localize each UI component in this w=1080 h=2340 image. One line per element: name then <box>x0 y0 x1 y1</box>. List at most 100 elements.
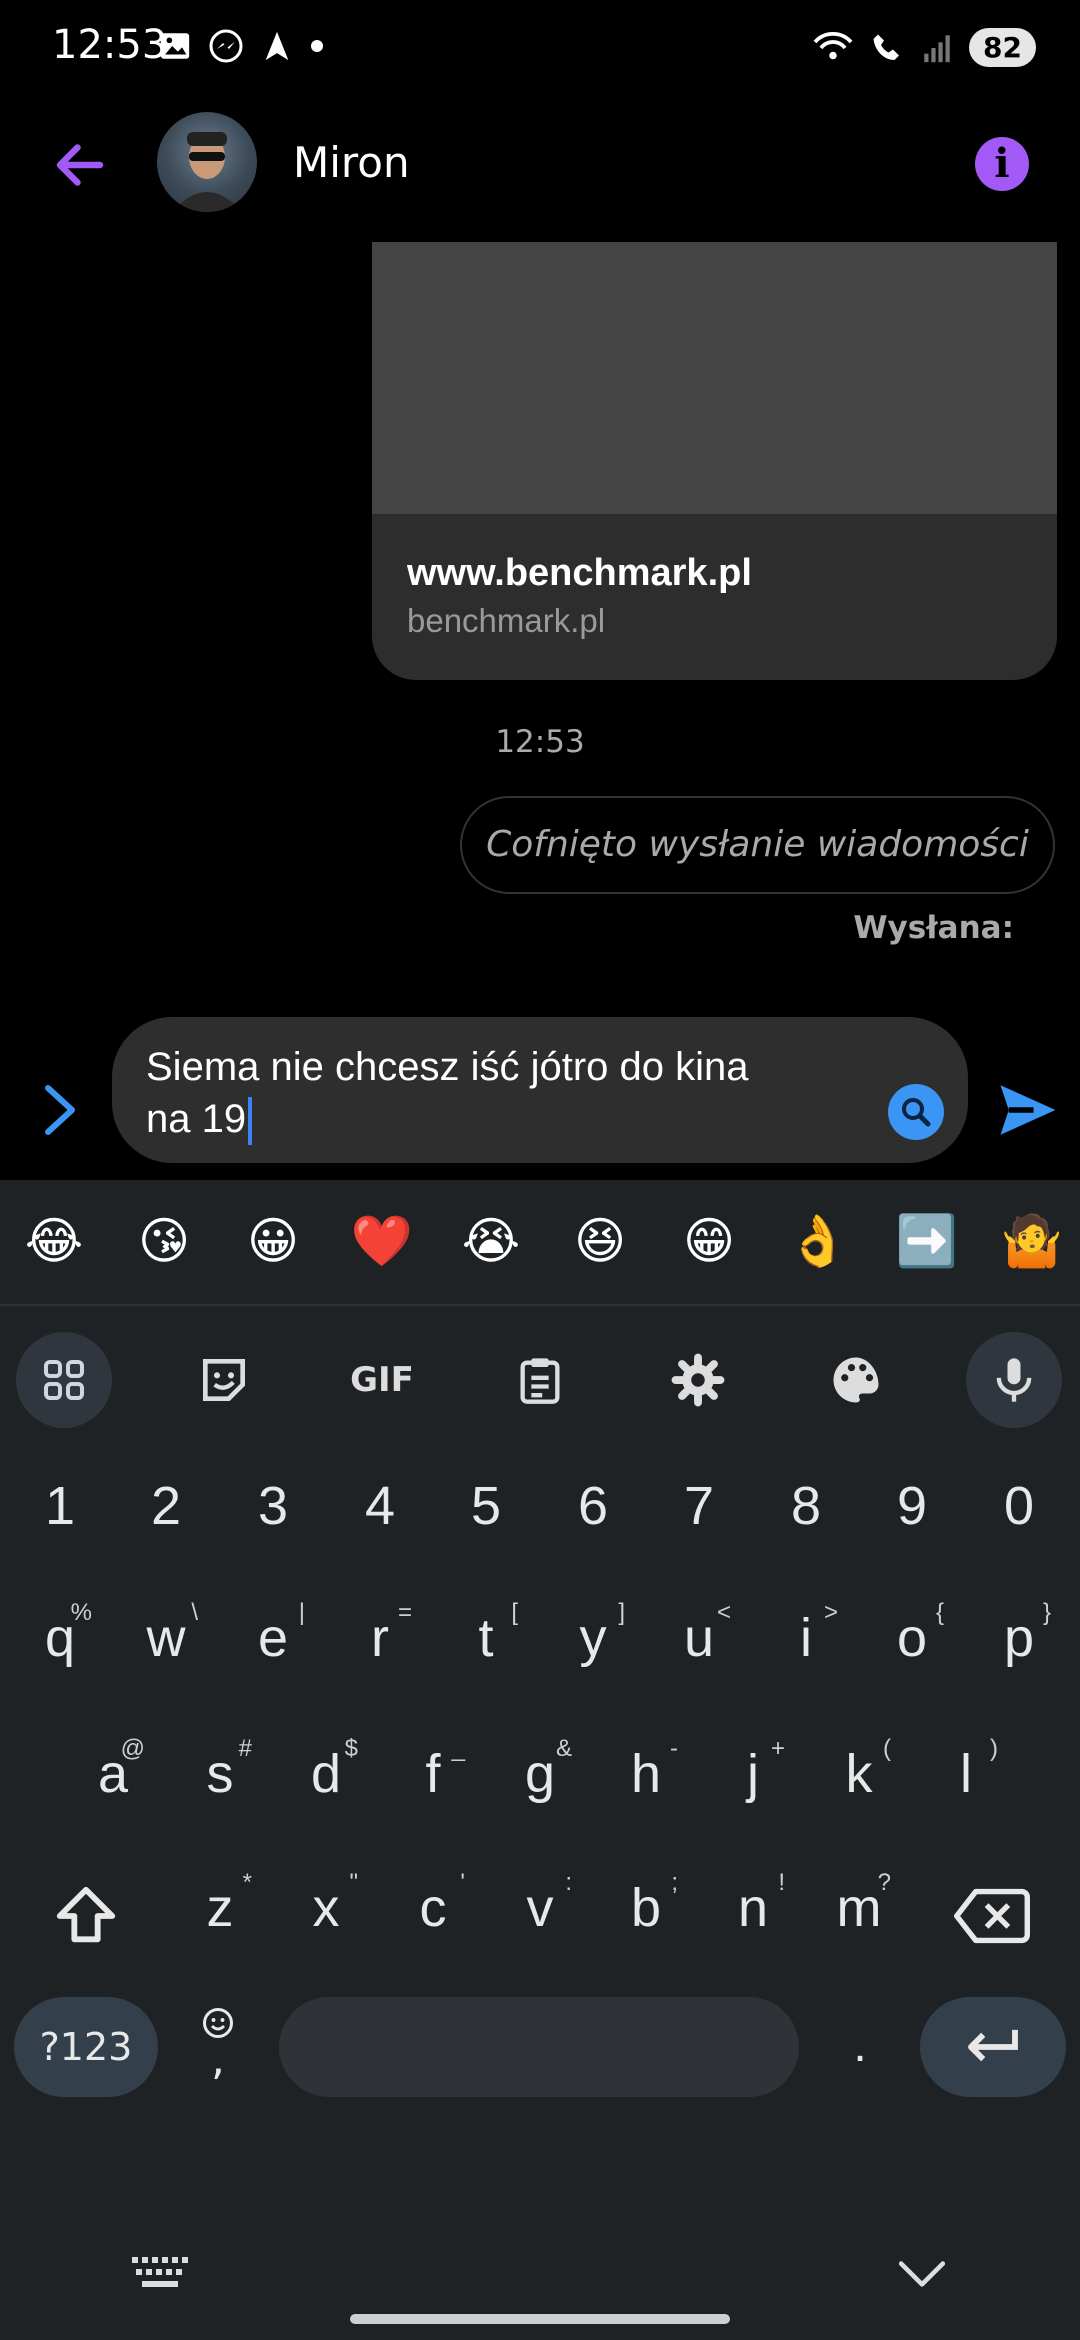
key-label: s <box>206 1744 234 1804</box>
link-preview-card[interactable]: www.benchmark.pl benchmark.pl <box>372 242 1057 680</box>
key-w[interactable]: w \ <box>126 1599 206 1669</box>
key-label: e <box>257 1608 289 1668</box>
avatar[interactable] <box>157 112 257 212</box>
key-2[interactable]: 2 <box>126 1475 206 1537</box>
shift-key[interactable] <box>40 1870 132 1962</box>
key-5[interactable]: 5 <box>446 1475 526 1537</box>
key-z[interactable]: z * <box>180 1869 260 1939</box>
key-c[interactable]: c ' <box>393 1869 473 1939</box>
emoji-comma-key[interactable]: , <box>188 2005 248 2095</box>
key-t[interactable]: t[ <box>446 1599 526 1669</box>
info-icon[interactable]: i <box>975 137 1029 191</box>
home-indicator[interactable] <box>350 2314 730 2324</box>
apps-grid-button[interactable] <box>16 1332 112 1428</box>
gif-button[interactable]: GIF <box>334 1332 430 1428</box>
voice-input-button[interactable] <box>966 1332 1062 1428</box>
key-label: u <box>683 1608 715 1668</box>
link-preview-title: www.benchmark.pl <box>407 552 752 594</box>
period-key[interactable]: . <box>820 2018 900 2073</box>
key-j[interactable]: j + <box>713 1735 793 1805</box>
key-3[interactable]: 3 <box>233 1475 313 1537</box>
emoji-suggestion[interactable]: 😭 <box>451 1212 531 1270</box>
search-button[interactable] <box>888 1084 944 1140</box>
key-hint: " <box>349 1869 358 1896</box>
emoji-suggestion[interactable]: 😀 <box>233 1212 313 1270</box>
key-label: k <box>845 1744 873 1804</box>
key-hint: ' <box>460 1869 465 1896</box>
key-6[interactable]: 6 <box>553 1475 633 1537</box>
key-m[interactable]: m? <box>819 1869 899 1939</box>
contact-name[interactable]: Miron <box>293 138 410 187</box>
message-input[interactable]: Siema nie chcesz iść jótro do kina na 19 <box>112 1017 968 1163</box>
key-r[interactable]: r = <box>340 1599 420 1669</box>
key-v[interactable]: v: <box>500 1869 580 1939</box>
wifi-call-icon <box>813 31 853 59</box>
symbols-key[interactable]: ?123 <box>14 1997 158 2097</box>
key-y[interactable]: y] <box>553 1599 633 1669</box>
key-q[interactable]: q% <box>20 1599 100 1669</box>
keyboard-switch-icon[interactable] <box>132 2255 188 2291</box>
key-l[interactable]: l) <box>926 1735 1006 1805</box>
hide-keyboard-icon[interactable] <box>897 2258 947 2290</box>
enter-key[interactable] <box>920 1997 1066 2097</box>
key-label: v <box>526 1878 554 1938</box>
backspace-key[interactable] <box>946 1870 1038 1962</box>
key-p[interactable]: p} <box>979 1599 1059 1669</box>
key-label: n <box>737 1878 769 1938</box>
key-k[interactable]: k( <box>819 1735 899 1805</box>
status-bar: 12:53 82 <box>0 0 1080 110</box>
key-label: b <box>630 1878 662 1938</box>
message-input-text[interactable]: Siema nie chcesz iść jótro do kina na 19 <box>146 1041 866 1146</box>
key-1[interactable]: 1 <box>20 1475 100 1537</box>
key-7[interactable]: 7 <box>659 1475 739 1537</box>
space-bar[interactable] <box>279 1997 799 2097</box>
key-hint: | <box>298 1599 305 1626</box>
sticker-button[interactable] <box>176 1332 272 1428</box>
notification-icons <box>158 28 324 64</box>
theme-button[interactable] <box>808 1332 904 1428</box>
key-hint: ; <box>671 1869 678 1896</box>
emoji-suggestion[interactable]: 😂 <box>14 1212 94 1270</box>
enter-icon <box>968 2029 1018 2062</box>
key-e[interactable]: e | <box>233 1599 313 1669</box>
key-9[interactable]: 9 <box>872 1475 952 1537</box>
key-i[interactable]: i > <box>766 1599 846 1669</box>
sticker-icon <box>203 1359 245 1401</box>
messenger-icon <box>209 29 243 63</box>
send-icon[interactable] <box>995 1077 1061 1143</box>
emoji-suggestion[interactable]: 😁 <box>669 1212 749 1270</box>
clipboard-button[interactable] <box>492 1332 588 1428</box>
key-a[interactable]: a @ <box>73 1735 153 1805</box>
key-b[interactable]: b; <box>606 1869 686 1939</box>
key-hint: ) <box>990 1735 998 1762</box>
microphone-icon <box>996 1358 1032 1402</box>
key-h[interactable]: h- <box>606 1735 686 1805</box>
key-s[interactable]: s # <box>180 1735 260 1805</box>
key-x[interactable]: x " <box>286 1869 366 1939</box>
emoji-suggestion[interactable]: ❤️ <box>342 1212 422 1271</box>
key-d[interactable]: d $ <box>286 1735 366 1805</box>
sent-status: Wysłana: <box>853 910 1014 946</box>
key-label: i <box>800 1608 812 1668</box>
emoji-suggestion[interactable]: 👌 <box>778 1212 858 1271</box>
key-4[interactable]: 4 <box>340 1475 420 1537</box>
key-hint: @ <box>120 1735 145 1762</box>
emoji-suggestion[interactable]: 🤷 <box>992 1212 1072 1271</box>
key-f[interactable]: f _ <box>393 1735 473 1805</box>
key-o[interactable]: o{ <box>872 1599 952 1669</box>
gallery-icon <box>160 33 190 59</box>
unsent-message-bubble[interactable]: Cofnięto wysłanie wiadomości <box>460 796 1055 894</box>
expand-actions-icon[interactable] <box>36 1080 84 1140</box>
key-g[interactable]: g & <box>500 1735 580 1805</box>
key-u[interactable]: u < <box>659 1599 739 1669</box>
settings-button[interactable] <box>650 1332 746 1428</box>
emoji-suggestion[interactable]: 😘 <box>124 1212 204 1270</box>
key-n[interactable]: n! <box>713 1869 793 1939</box>
key-8[interactable]: 8 <box>766 1475 846 1537</box>
key-0[interactable]: 0 <box>979 1475 1059 1537</box>
back-arrow-icon[interactable] <box>50 135 110 195</box>
key-label: z <box>206 1878 234 1938</box>
key-hint: + <box>770 1735 785 1762</box>
emoji-suggestion[interactable]: 😆 <box>560 1212 640 1270</box>
emoji-suggestion[interactable]: ➡️ <box>887 1212 967 1271</box>
